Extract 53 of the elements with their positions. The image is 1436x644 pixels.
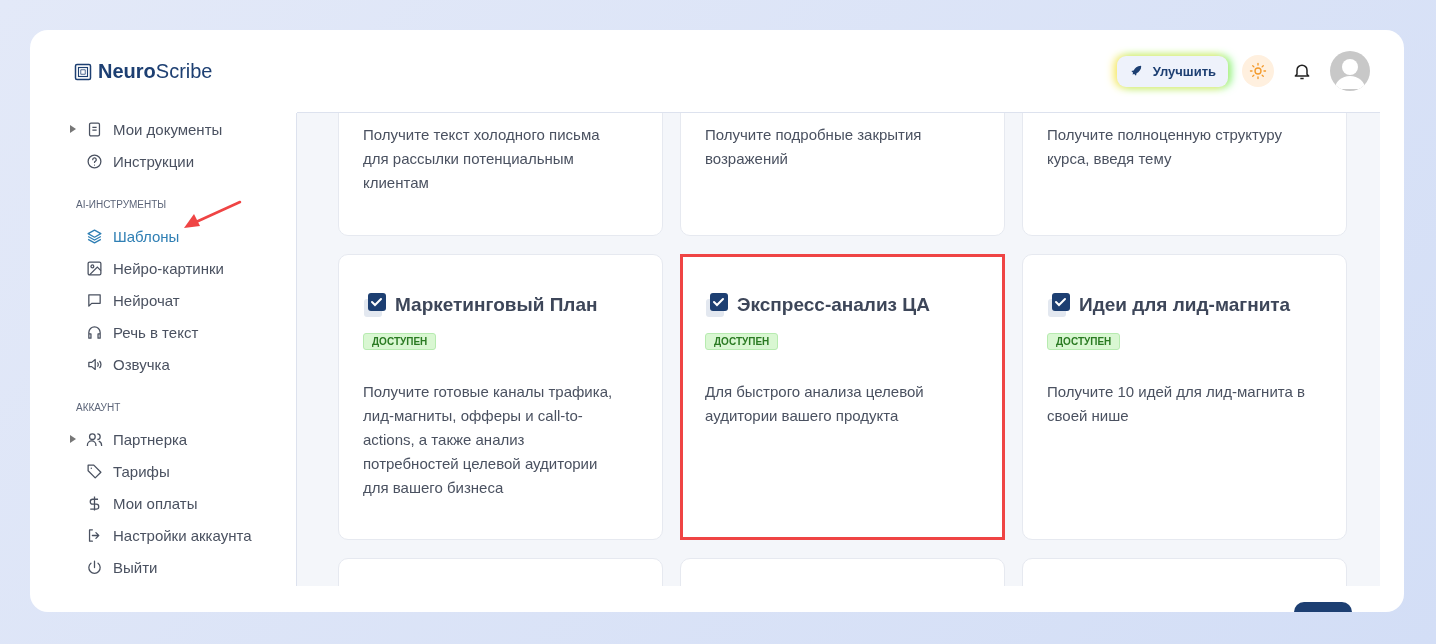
checkbox-icon <box>705 291 729 319</box>
sidebar-item[interactable]: Инструкции <box>70 145 296 177</box>
sidebar-item[interactable]: Тарифы <box>70 455 296 487</box>
template-card[interactable]: Идеи для лид-магнита ДОСТУПЕН Получите 10 идей для лид-магнита в своей нише <box>1022 254 1347 540</box>
caret-icon[interactable] <box>70 125 76 133</box>
sidebar-item[interactable]: Нейро-картинки <box>70 252 296 284</box>
checkbox-icon <box>1047 291 1071 319</box>
document-icon <box>86 120 103 138</box>
section-heading: АККАУНТ <box>76 402 122 413</box>
caret-icon[interactable] <box>70 435 76 443</box>
sidebar-item[interactable]: Мои оплаты <box>70 487 296 519</box>
status-badge: ДОСТУПЕН <box>363 333 437 350</box>
card-title: Идеи для лид-магнита <box>1079 294 1291 316</box>
sidebar-item[interactable]: Озвучка <box>70 348 296 380</box>
logo-text: NeuroScribe <box>98 60 213 83</box>
chat-icon <box>86 291 103 309</box>
power-icon <box>86 558 103 576</box>
sidebar-item[interactable]: Выйти <box>70 551 296 583</box>
template-card[interactable]: Получите полноценную структуру курса, введя тему <box>1022 113 1347 236</box>
template-card[interactable]: Экспресс-анализ ЦА ДОСТУПЕН Для быстрого анализа целевой аудитории вашего продукта <box>680 254 1005 540</box>
card-title: Маркетинговый План <box>395 294 598 316</box>
section-heading: AI-ИНСТРУМЕНТЫ <box>76 199 168 210</box>
sidebar-item[interactable]: Партнерка <box>70 423 296 455</box>
tag-icon <box>86 462 103 480</box>
image-icon <box>86 259 103 277</box>
status-badge: ДОСТУПЕН <box>1047 333 1121 350</box>
card-description: Для быстрого анализа целевой аудитории вашего продукта <box>705 382 925 426</box>
sidebar-item[interactable]: Речь в текст <box>70 316 296 348</box>
sun-icon <box>1249 62 1267 80</box>
logo-icon <box>74 62 92 81</box>
sidebar-item[interactable]: Настройки аккаунта <box>70 519 296 551</box>
theme-toggle[interactable] <box>1242 55 1274 87</box>
upgrade-button[interactable]: Улучшить <box>1116 55 1228 87</box>
avatar[interactable] <box>1330 51 1370 91</box>
sidebar-item[interactable]: Нейрочат <box>70 284 296 316</box>
headphones-icon <box>86 323 103 341</box>
help-icon <box>86 152 103 170</box>
card-title: Экспресс-анализ ЦА <box>737 294 930 316</box>
card-description: Получите готовые каналы трафика, лид-магниты, офферы и call-to-actions, а также анализ потребностей целевой аудитории для вашего бизнеса <box>363 382 614 498</box>
template-card[interactable]: Получите текст холодного письма для рассылки потенциальным клиентам <box>338 113 663 236</box>
checkbox-icon <box>363 291 387 319</box>
users-icon <box>86 430 103 448</box>
sidebar-item[interactable]: Мои документы <box>70 113 296 145</box>
card-description: Получите полноценную структуру курса, введя тему <box>1047 125 1284 169</box>
card-description: Получите подробные закрытия возражений <box>705 125 923 169</box>
card-description: Получите текст холодного письма для рассылки потенциальным клиентам <box>363 125 601 193</box>
status-badge: ДОСТУПЕН <box>705 333 779 350</box>
chat-button[interactable] <box>1294 602 1352 612</box>
template-card[interactable]: Получите подробные закрытия возражений <box>680 113 1005 236</box>
card-description: Получите 10 идей для лид-магнита в своей нише <box>1047 382 1306 426</box>
template-card[interactable]: Маркетинговый План ДОСТУПЕН Получите готовые каналы трафика, лид-магниты, офферы и call-to-actions, а также анализ потребностей целевой аудитории для вашего бизнеса <box>338 254 663 540</box>
sidebar-item[interactable]: Шаблоны <box>70 220 296 252</box>
layers-icon <box>86 227 103 245</box>
